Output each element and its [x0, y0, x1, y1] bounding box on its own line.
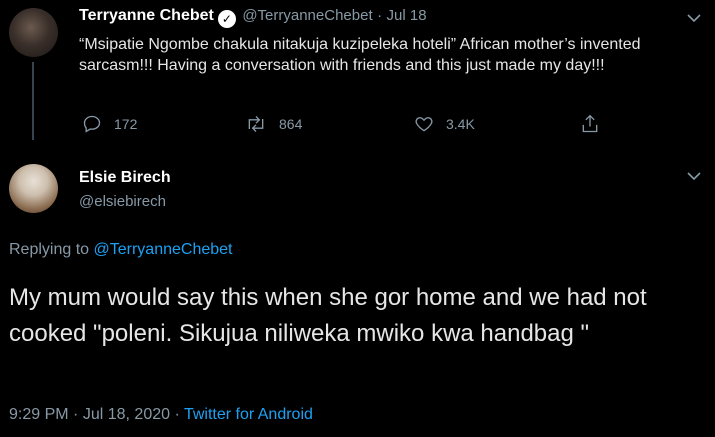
header-separator: ·	[377, 7, 383, 24]
share-button[interactable]	[580, 113, 600, 135]
tweet-date[interactable]: Jul 18	[387, 7, 427, 24]
retweet-count: 864	[279, 116, 303, 132]
reply-timestamp-line: 9:29 PM · Jul 18, 2020 · Twitter for And…	[9, 406, 313, 424]
reply-button[interactable]: 172	[82, 114, 137, 134]
reply-count: 172	[114, 116, 138, 132]
reply-chevron-down-icon[interactable]	[687, 168, 701, 184]
reply-time[interactable]: 9:29 PM	[9, 406, 69, 423]
retweet-button[interactable]: 864	[245, 114, 302, 134]
heart-icon	[415, 117, 433, 132]
avatar-elsie[interactable]	[9, 164, 58, 213]
like-button[interactable]: 3.4K	[414, 114, 475, 134]
replying-to-handle[interactable]: @TerryanneChebet	[94, 241, 233, 258]
verified-badge-icon: ✓	[217, 10, 236, 28]
avatar-terryanne[interactable]	[9, 8, 58, 57]
thread-connector-line	[32, 62, 34, 140]
parent-tweet-text: “Msipatie Ngombe chakula nitakuja kuzipe…	[79, 36, 641, 74]
reply-author-handle[interactable]: @elsiebirech	[79, 193, 166, 210]
reply-date[interactable]: Jul 18, 2020	[83, 406, 170, 423]
replying-to-line: Replying to @TerryanneChebet	[9, 241, 232, 259]
author-handle[interactable]: @TerryanneChebet	[242, 7, 372, 24]
parent-tweet-header: Terryanne Chebet ✓ @TerryanneChebet · Jul…	[79, 7, 427, 28]
retweet-icon	[248, 116, 264, 132]
source-separator: ·	[174, 406, 180, 423]
reply-tweet-text: My mum would say this when she gor home …	[9, 284, 647, 347]
share-icon	[582, 114, 598, 133]
author-name[interactable]: Terryanne Chebet	[79, 7, 214, 24]
time-separator: ·	[73, 406, 79, 423]
reply-icon	[83, 115, 101, 133]
replying-to-label: Replying to	[9, 241, 90, 258]
chevron-down-icon[interactable]	[687, 10, 701, 26]
tweet-source[interactable]: Twitter for Android	[184, 406, 313, 423]
like-count: 3.4K	[446, 116, 475, 132]
reply-author-name[interactable]: Elsie Birech	[79, 169, 171, 187]
